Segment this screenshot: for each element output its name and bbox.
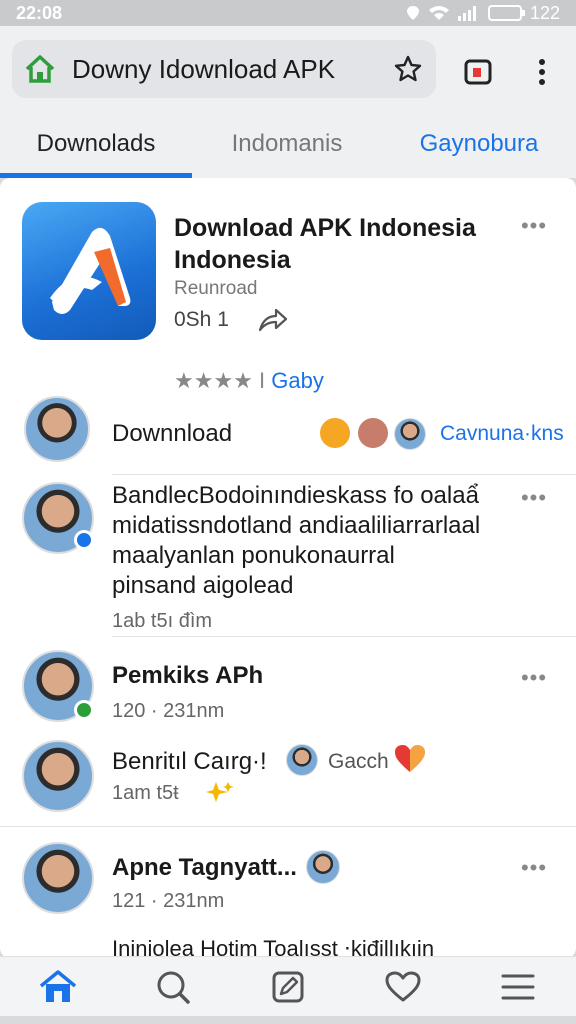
rating-stars: ★★★★ bbox=[174, 368, 253, 393]
app-logo-icon bbox=[50, 227, 131, 314]
divider bbox=[112, 636, 576, 637]
sad-emoji-icon bbox=[358, 418, 388, 448]
post-title[interactable]: Benritıl Caırg·! bbox=[112, 748, 267, 776]
app-subtitle: Reunroad bbox=[174, 278, 258, 299]
post-title[interactable]: Injniolea Hotim Toalısst ⋅kiđillıkıin bbox=[112, 936, 434, 958]
address-bar[interactable]: Downy Idownload APK bbox=[12, 40, 436, 98]
angry-emoji-icon bbox=[320, 418, 350, 448]
app-title: Download APK Indonesia Indonesia bbox=[174, 214, 476, 274]
tab-row: Downolads Indomanis Gaynobura bbox=[0, 110, 576, 178]
tab-indomanis[interactable]: Indomanis bbox=[192, 110, 382, 178]
reaction-avatar bbox=[394, 418, 426, 450]
post-time: 120 · 231nm bbox=[112, 700, 225, 722]
home-nav-icon[interactable] bbox=[34, 963, 82, 1011]
bottom-navigation bbox=[0, 956, 576, 1016]
battery-icon bbox=[487, 5, 525, 21]
avatar[interactable] bbox=[22, 842, 94, 914]
share-icon[interactable] bbox=[258, 308, 288, 332]
rating-separator: I bbox=[259, 368, 266, 393]
location-icon bbox=[406, 6, 419, 20]
signal-icon bbox=[457, 6, 476, 21]
bookmark-star-icon[interactable] bbox=[390, 51, 426, 87]
post-more-icon[interactable]: ••• bbox=[518, 857, 550, 879]
post-text-line-1: BandlecBodoinındieskass fo oalaẩ bbox=[112, 482, 479, 509]
post-more-icon[interactable]: ••• bbox=[518, 667, 550, 689]
heart-icon bbox=[394, 744, 426, 774]
tab-downloads[interactable]: Downolads bbox=[0, 110, 192, 178]
post-text-line-4: pinsand aigolead bbox=[112, 572, 294, 599]
url-text[interactable]: Downy Idownload APK bbox=[58, 54, 390, 85]
search-nav-icon[interactable] bbox=[149, 963, 197, 1011]
online-badge-icon bbox=[74, 700, 94, 720]
avatar[interactable] bbox=[24, 396, 90, 462]
post-title[interactable]: Apne Tagnyatt... bbox=[112, 854, 297, 882]
overflow-menu-icon[interactable] bbox=[528, 54, 556, 90]
browser-toolbar: Downy Idownload APK bbox=[0, 26, 576, 110]
sparkle-icon bbox=[206, 780, 234, 804]
post-more-icon[interactable]: ••• bbox=[518, 487, 550, 509]
status-bar: 22:08 122 bbox=[0, 0, 576, 26]
wifi-icon bbox=[428, 6, 449, 20]
divider bbox=[0, 826, 576, 827]
status-time: 22:08 bbox=[16, 2, 63, 23]
rating-row: ★★★★ I Gaby bbox=[174, 368, 324, 394]
tab-gaynobura[interactable]: Gaynobura bbox=[382, 110, 576, 178]
home-icon[interactable] bbox=[22, 51, 58, 87]
post-text-line-3: maalyanlan ponukonaurral bbox=[112, 542, 395, 569]
post-time: 1ab t5ı đìm bbox=[112, 610, 213, 632]
post-title[interactable]: Pemkiks APh bbox=[112, 662, 263, 690]
reaction-avatar bbox=[306, 850, 340, 884]
post-time: 121 · 231nm bbox=[112, 890, 225, 912]
app-more-icon[interactable]: ••• bbox=[518, 215, 550, 237]
menu-nav-icon[interactable] bbox=[494, 963, 542, 1011]
gesture-bar bbox=[0, 1016, 576, 1024]
post-text-line-2: midatissndotland andiaaliliarrarlaal bbox=[112, 512, 481, 539]
battery-level: 122 bbox=[529, 2, 560, 23]
reaction-name: Gacch bbox=[328, 750, 389, 773]
status-icons: 122 bbox=[406, 3, 560, 24]
content-card: Download APK Indonesia Indonesia ••• Reu… bbox=[0, 178, 576, 958]
avatar[interactable] bbox=[22, 740, 94, 812]
rating-link[interactable]: Gaby bbox=[271, 368, 324, 393]
edit-nav-icon[interactable] bbox=[264, 963, 312, 1011]
post-time: 1am t5ŧ bbox=[112, 782, 179, 804]
reaction-avatar bbox=[286, 744, 318, 776]
app-icon[interactable] bbox=[22, 202, 156, 340]
heart-nav-icon[interactable] bbox=[379, 963, 427, 1011]
download-label[interactable]: Downnload bbox=[112, 420, 232, 448]
app-meta: 0Sh 1 bbox=[174, 308, 229, 331]
verified-badge-icon bbox=[74, 530, 94, 550]
tabs-switcher-icon[interactable] bbox=[460, 54, 496, 90]
divider bbox=[112, 474, 576, 475]
download-link[interactable]: Cavnuna·kns bbox=[440, 422, 564, 446]
